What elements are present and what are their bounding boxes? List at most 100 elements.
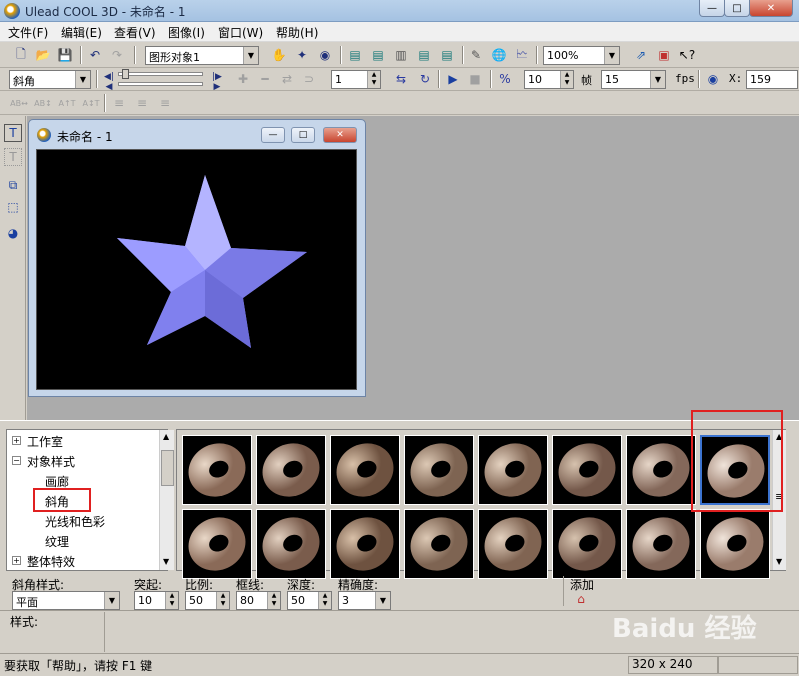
bevel-preset-thumbnail[interactable] bbox=[626, 509, 696, 579]
insert-text-icon[interactable]: T bbox=[4, 124, 22, 142]
close-button[interactable]: ✕ bbox=[749, 0, 793, 17]
chevron-down-icon[interactable]: ▼ bbox=[75, 71, 90, 88]
bevel-preset-thumbnail[interactable] bbox=[330, 435, 400, 505]
help-pointer-icon[interactable]: ↖? bbox=[678, 46, 696, 64]
undo-icon[interactable]: ↶ bbox=[86, 46, 104, 64]
play-icon[interactable]: ▶ bbox=[444, 70, 462, 88]
bevel-preset-thumbnail[interactable] bbox=[626, 435, 696, 505]
chevron-down-icon[interactable]: ▼ bbox=[243, 47, 258, 64]
scale-input[interactable]: 50 ▲ ▼ bbox=[185, 591, 230, 610]
geometry-icon[interactable]: ◕ bbox=[4, 224, 22, 242]
open-folder-icon[interactable]: 📂 bbox=[34, 46, 52, 64]
tree-item-texture[interactable]: 纹理 bbox=[45, 533, 69, 550]
menu-help[interactable]: 帮助(H) bbox=[276, 24, 318, 41]
zoom-select[interactable]: 100% ▼ bbox=[543, 46, 620, 65]
precision-select[interactable]: 3 ▼ bbox=[338, 591, 391, 610]
bevel-preset-thumbnail[interactable] bbox=[404, 435, 474, 505]
tree-item-global-fx[interactable]: 整体特效 bbox=[27, 553, 75, 570]
bevel-preset-thumbnail[interactable] bbox=[256, 435, 326, 505]
collapse-icon[interactable]: − bbox=[12, 456, 21, 465]
text-line-spacing-icon[interactable]: AB↕ bbox=[32, 94, 54, 112]
menu-file[interactable]: 文件(F) bbox=[8, 24, 48, 41]
frames-select[interactable]: 15 ▼ bbox=[601, 70, 666, 89]
bevel-preset-thumbnail[interactable] bbox=[330, 509, 400, 579]
speed-input[interactable]: 10 ▲ ▼ bbox=[524, 70, 574, 89]
doc-maximize-button[interactable]: □ bbox=[291, 127, 315, 143]
bevel-preset-thumbnail[interactable] bbox=[478, 509, 548, 579]
tree-scrollbar[interactable]: ▲ ▼ bbox=[159, 430, 174, 570]
spin-buttons[interactable]: ▲ ▼ bbox=[267, 592, 280, 609]
align-center-icon[interactable]: ≡ bbox=[133, 94, 151, 112]
bevel-preset-thumbnail[interactable] bbox=[256, 509, 326, 579]
stop-icon[interactable]: ■ bbox=[466, 70, 484, 88]
document-window[interactable]: 未命名 - 1 — □ ✕ bbox=[28, 119, 366, 397]
chevron-down-icon[interactable]: ▼ bbox=[104, 592, 119, 609]
expand-icon[interactable]: + bbox=[12, 556, 21, 565]
bevel-preset-thumbnail[interactable] bbox=[182, 509, 252, 579]
hand-pan-icon[interactable]: ✋ bbox=[270, 46, 288, 64]
reverse-icon[interactable]: ⇄ bbox=[278, 70, 296, 88]
chart-icon[interactable]: 🗠 bbox=[513, 46, 531, 64]
align-right-icon[interactable]: ≡ bbox=[156, 94, 174, 112]
percent-icon[interactable]: % bbox=[496, 70, 514, 88]
tree-item-studio[interactable]: 工作室 bbox=[27, 433, 63, 450]
bevel-select[interactable]: 斜角 ▼ bbox=[9, 70, 91, 89]
menu-window[interactable]: 窗口(W) bbox=[218, 24, 263, 41]
spin-buttons[interactable]: ▲ ▼ bbox=[560, 71, 573, 88]
time-slider[interactable] bbox=[118, 82, 203, 86]
loop-icon[interactable]: ⊃ bbox=[300, 70, 318, 88]
menu-image[interactable]: 图像(I) bbox=[168, 24, 205, 41]
view-bottom-icon[interactable]: ▤ bbox=[438, 46, 456, 64]
new-file-icon[interactable]: 🗋 bbox=[12, 46, 30, 64]
scroll-thumb[interactable] bbox=[161, 450, 174, 486]
text-spacing-icon[interactable]: AB↔ bbox=[8, 94, 30, 112]
refresh-icon[interactable]: ↻ bbox=[416, 70, 434, 88]
swap-icon[interactable]: ⇆ bbox=[392, 70, 410, 88]
menu-view[interactable]: 查看(V) bbox=[114, 24, 156, 41]
tree-item-light-color[interactable]: 光线和色彩 bbox=[45, 513, 105, 530]
rotate-icon[interactable]: ✦ bbox=[293, 46, 311, 64]
object-select[interactable]: 图形对象1 ▼ bbox=[145, 46, 259, 65]
view-side-icon[interactable]: ▥ bbox=[392, 46, 410, 64]
chevron-down-icon[interactable]: ▼ bbox=[650, 71, 665, 88]
bevel-preset-thumbnail[interactable] bbox=[182, 435, 252, 505]
bevel-style-select[interactable]: 平面 ▼ bbox=[12, 591, 120, 610]
spin-buttons[interactable]: ▲ ▼ bbox=[216, 592, 229, 609]
globe-icon[interactable]: 🌐 bbox=[490, 46, 508, 64]
doc-minimize-button[interactable]: — bbox=[261, 127, 285, 143]
slider-thumb[interactable] bbox=[122, 69, 129, 79]
chevron-down-icon[interactable]: ▼ bbox=[375, 592, 390, 609]
chevron-down-icon[interactable]: ▼ bbox=[604, 47, 619, 64]
spin-buttons[interactable]: ▲ ▼ bbox=[367, 71, 380, 88]
bevel-preset-thumbnail[interactable] bbox=[478, 435, 548, 505]
export-icon[interactable]: ⇗ bbox=[632, 46, 650, 64]
bevel-preset-thumbnail[interactable] bbox=[700, 509, 770, 579]
doc-close-button[interactable]: ✕ bbox=[323, 127, 357, 143]
bevel-preset-thumbnail[interactable] bbox=[404, 509, 474, 579]
position-icon[interactable]: ◉ bbox=[704, 70, 722, 88]
insert-graphic-icon[interactable]: ⧉ bbox=[4, 176, 22, 194]
remove-key-icon[interactable]: ━ bbox=[256, 70, 274, 88]
add-to-gallery-icon[interactable]: ⌂ bbox=[572, 590, 590, 608]
view-top-icon[interactable]: ▤ bbox=[369, 46, 387, 64]
add-key-icon[interactable]: ✚ bbox=[234, 70, 252, 88]
fit-object-icon[interactable]: ◉ bbox=[316, 46, 334, 64]
bevel-preset-thumbnail[interactable] bbox=[552, 435, 622, 505]
border-input[interactable]: 80 ▲ ▼ bbox=[236, 591, 281, 610]
bevel-preset-thumbnail[interactable] bbox=[552, 509, 622, 579]
tree-item-object-style[interactable]: 对象样式 bbox=[27, 453, 75, 470]
frame-slider[interactable] bbox=[118, 72, 203, 76]
image-icon[interactable]: ▣ bbox=[655, 46, 673, 64]
x-input[interactable]: 159 bbox=[746, 70, 798, 89]
redo-icon[interactable]: ↷ bbox=[108, 46, 126, 64]
text-vertical-icon[interactable]: A↕T bbox=[80, 94, 102, 112]
spin-buttons[interactable]: ▲ ▼ bbox=[165, 592, 178, 609]
depth-input[interactable]: 50 ▲ ▼ bbox=[287, 591, 332, 610]
protrusion-input[interactable]: 10 ▲ ▼ bbox=[134, 591, 179, 610]
maximize-button[interactable]: □ bbox=[724, 0, 750, 17]
edit-graphic-icon[interactable]: ⬚ bbox=[4, 198, 22, 216]
save-icon[interactable]: 💾 bbox=[56, 46, 74, 64]
spin-buttons[interactable]: ▲ ▼ bbox=[318, 592, 331, 609]
view-front-icon[interactable]: ▤ bbox=[346, 46, 364, 64]
render-canvas[interactable] bbox=[36, 149, 357, 390]
